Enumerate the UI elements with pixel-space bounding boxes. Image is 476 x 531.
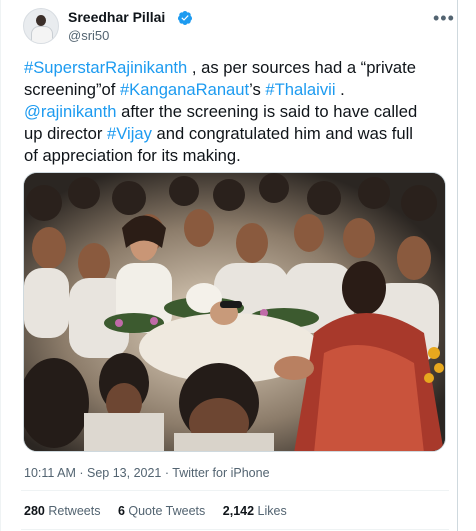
tweet-meta: 10:11 AM · Sep 13, 2021 · Twitter for iP… [24,466,270,480]
retweets-count: 280 [24,504,45,518]
tweet-time[interactable]: 10:11 AM [24,466,76,480]
mention-link[interactable]: @rajinikanth [24,102,116,121]
tweet-stats: 280 Retweets 6 Quote Tweets 2,142 Likes [24,504,301,518]
likes-stat[interactable]: 2,142 Likes [223,504,287,518]
retweets-stat[interactable]: 280 Retweets [24,504,100,518]
divider [21,490,449,491]
tweet-text-segment: screening”of [24,80,120,99]
tweet-line: screening”of #KanganaRanaut’s #Thalaivii… [24,79,444,101]
tweet-line: up director #Vijay and congratulated him… [24,123,444,145]
avatar-head [36,15,46,26]
quotes-count: 6 [117,504,125,518]
tweet-text-segment: , as per sources had a “private [187,58,417,77]
tweet-text-segment: and congratulated him and was full [151,124,413,143]
avatar-body [31,26,53,43]
tweet-client[interactable]: Twitter for iPhone [172,466,269,480]
meta-separator: · [161,466,173,480]
quotes-label: Quote Tweets [128,504,206,518]
likes-label: Likes [257,504,287,518]
tweet-card: Sreedhar Pillai @sri50 ••• #SuperstarRaj… [0,0,458,531]
tweet-line: #SuperstarRajinikanth , as per sources h… [24,57,444,79]
tweet-text-segment: . [335,80,345,99]
hashtag-link[interactable]: #Thalaivii [265,80,335,99]
likes-count: 2,142 [222,504,255,518]
author-handle[interactable]: @sri50 [68,28,109,43]
hashtag-link[interactable]: #Vijay [107,124,152,143]
verified-badge-icon [177,11,192,25]
hashtag-link[interactable]: #SuperstarRajinikanth [24,58,187,77]
retweets-label: Retweets [48,504,101,518]
tweet-text: #SuperstarRajinikanth , as per sources h… [24,57,444,167]
photo-scene [24,173,445,451]
divider [21,529,449,530]
tweet-date[interactable]: Sep 13, 2021 [87,466,161,480]
tweet-text-segment: of appreciation for its making. [24,146,241,165]
hashtag-link[interactable]: #KanganaRanaut [120,80,249,99]
meta-separator: · [75,466,87,480]
avatar[interactable] [23,8,59,44]
tweet-line: @rajinikanth after the screening is said… [24,101,444,123]
more-options-icon[interactable]: ••• [433,8,455,29]
tweet-text-segment: ’s [249,80,266,99]
tweet-text-segment: up director [24,124,108,143]
tweet-text-segment: after the screening is said to have call… [116,102,418,121]
tweet-line: of appreciation for its making. [24,145,444,167]
tweet-photo[interactable] [23,172,446,452]
quote-tweets-stat[interactable]: 6 Quote Tweets [118,504,205,518]
author-name[interactable]: Sreedhar Pillai [68,9,165,25]
